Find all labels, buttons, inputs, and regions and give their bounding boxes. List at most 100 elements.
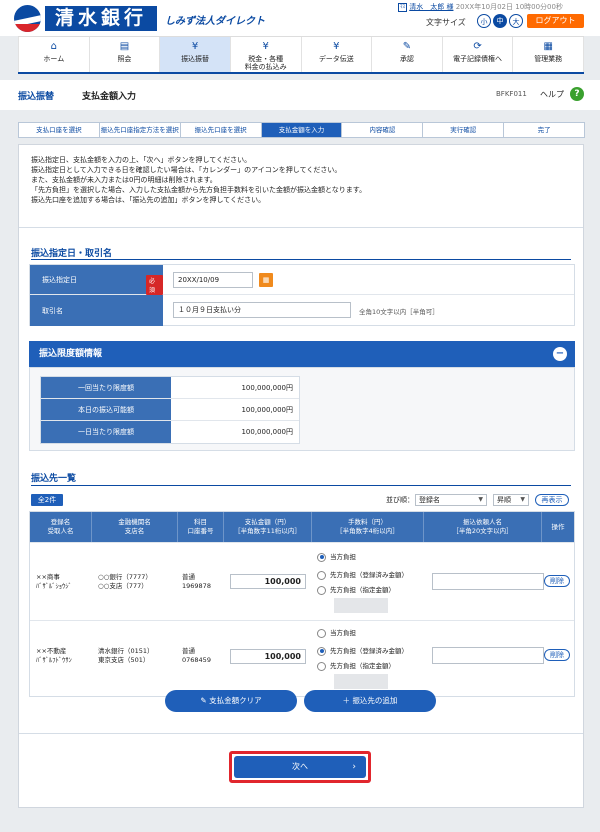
bank-name: 清水銀行: [45, 6, 157, 31]
management-icon: ▦: [543, 41, 553, 52]
page-category: 振込振替: [18, 92, 55, 102]
step-7: 完了: [503, 122, 586, 138]
nav-tax-payment[interactable]: ¥ 税金・各種 料金の払込み: [231, 37, 302, 72]
instructions: 振込指定日、支払金額を入力の上、「次へ」ボタンを押してください。 振込指定日とし…: [31, 156, 367, 204]
limit-row: 一回当たり限度額 100,000,000円: [41, 377, 299, 399]
fee-radio-theirs-registered[interactable]: 先方負担（登録済み金額）: [317, 645, 408, 656]
chevron-down-icon: ▼: [520, 496, 525, 503]
fee-amount-input-disabled: [334, 674, 388, 689]
help-icon[interactable]: ?: [570, 87, 584, 101]
calendar-icon[interactable]: ▦: [259, 273, 273, 287]
step-6: 実行確認: [422, 122, 505, 138]
nav-transfer[interactable]: ¥ 振込振替: [160, 37, 231, 72]
nav-approval[interactable]: ✎ 承認: [372, 37, 443, 72]
requester-name-input[interactable]: [432, 573, 544, 590]
col-requester: 振込依頼人名 ［半角20文字以内］: [424, 512, 542, 542]
font-size-label: 文字サイズ: [426, 18, 466, 27]
fee-radio-ours[interactable]: 当方負担: [317, 551, 356, 562]
yen-data-icon: ¥: [333, 41, 340, 52]
fee-radio-ours[interactable]: 当方負担: [317, 627, 356, 638]
step-2: 振込先口座指定方法を選択: [98, 122, 181, 138]
sort-key-select[interactable]: 登録名 ▼: [415, 494, 487, 506]
eraser-icon: ✎: [200, 696, 210, 705]
delete-button[interactable]: 削除: [544, 575, 570, 587]
limit-panel: 一回当たり限度額 100,000,000円 本日の振込可能額 100,000,000…: [29, 367, 575, 451]
last-login: 20XX年10月02日 10時00分00秒: [455, 3, 563, 11]
txn-name-input[interactable]: １０月９日支払い分: [173, 302, 351, 318]
main-card: 振込指定日、支払金額を入力の上、「次へ」ボタンを押してください。 振込指定日とし…: [18, 144, 584, 808]
step-3: 振込先口座を選択: [179, 122, 262, 138]
amount-input[interactable]: 100,000: [230, 649, 306, 664]
transfer-date-input[interactable]: 20XX/10/09: [173, 272, 253, 288]
nav-management[interactable]: ▦ 管理業務: [513, 37, 584, 72]
redisplay-button[interactable]: 再表示: [535, 494, 569, 506]
collapse-icon[interactable]: −: [553, 347, 567, 361]
progress-steps: 支払口座を選択 振込先口座指定方法を選択 振込先口座を選択 支払金額を入力 内容…: [18, 122, 586, 138]
approve-icon: ✎: [402, 41, 412, 52]
count-badge: 全2件: [31, 494, 63, 506]
next-button-highlight: 次へ ›: [229, 751, 371, 783]
txn-name-label: 取引名: [42, 306, 63, 315]
limit-row: 本日の振込可能額 100,000,000円: [41, 399, 299, 421]
col-account: 科目 口座番号: [178, 512, 224, 542]
nav-inquiry[interactable]: ▤ 照会: [90, 37, 161, 72]
fee-radio-theirs-specified[interactable]: 先方負担（指定金額）: [317, 660, 395, 671]
requester-name-input[interactable]: [432, 647, 544, 664]
sort-label: 並び順：: [386, 496, 414, 504]
payee-table: 登録名 受取人名 金融機関名 支店名 科目 口座番号 支払金額（円） ［半角数字11桁以…: [29, 511, 575, 697]
document-icon: ▤: [119, 41, 130, 52]
chevron-down-icon: ▼: [478, 496, 483, 503]
table-row: ××商事 ﾊﾞｻﾞﾙﾞｼｮｳｼﾞ ○○銀行（7777） ○○支店（777） 普通 19…: [30, 542, 574, 620]
add-payee-button[interactable]: ＋ 振込先の追加: [304, 690, 436, 712]
yen-circle-icon: ¥: [262, 41, 269, 52]
delete-button[interactable]: 削除: [544, 649, 570, 661]
step-1: 支払口座を選択: [18, 122, 100, 138]
header: 清水銀行 しみず法人ダイレクト ﾏｽ 清水 太郎 様 20XX年10月02日 1…: [0, 0, 600, 36]
step-5: 内容確認: [341, 122, 424, 138]
col-reg-name: 登録名 受取人名: [30, 512, 92, 542]
col-amount: 支払金額（円） ［半角数字11桁以内］: [224, 512, 312, 542]
refresh-icon: ⟳: [473, 41, 482, 52]
col-action: 操作: [551, 522, 565, 531]
limit-row: 一日当たり限度額 100,000,000円: [41, 421, 299, 443]
fee-amount-input-disabled: [334, 598, 388, 613]
yen-transfer-icon: ¥: [191, 41, 199, 52]
home-icon: ⌂: [50, 41, 57, 52]
fee-radio-theirs-specified[interactable]: 先方負担（指定金額）: [317, 584, 395, 595]
amount-input[interactable]: 100,000: [230, 574, 306, 589]
help-link[interactable]: ヘルプ: [540, 89, 564, 100]
txn-name-note: 全角10文字以内［半角可］: [359, 308, 439, 316]
sort-order-select[interactable]: 昇順 ▼: [493, 494, 529, 506]
limit-panel-title: 振込限度額情報: [39, 349, 103, 359]
page-id: BFKF011: [496, 90, 527, 98]
nav-data-transmission[interactable]: ¥ データ伝送: [302, 37, 373, 72]
font-size-large-button[interactable]: 大: [509, 14, 523, 28]
clear-amount-button[interactable]: ✎ 支払金額クリア: [165, 690, 297, 712]
section-date-title: 振込指定日・取引名: [31, 249, 113, 259]
service-name: しみず法人ダイレクト: [165, 16, 265, 27]
limit-table: 一回当たり限度額 100,000,000円 本日の振込可能額 100,000,000…: [40, 376, 300, 444]
logout-button[interactable]: ログアウト: [527, 14, 584, 28]
global-nav: ⌂ ホーム ▤ 照会 ¥ 振込振替 ¥ 税金・各種 料金の払込み ¥ データ伝送 ✎ 承認 …: [18, 36, 584, 74]
font-size-small-button[interactable]: 小: [477, 14, 491, 28]
title-bar: 振込振替 支払金額入力 BFKF011 ヘルプ ?: [0, 80, 600, 110]
next-button[interactable]: 次へ ›: [234, 756, 366, 778]
font-size-medium-button[interactable]: 中: [493, 14, 507, 28]
table-row: ××不動産 ﾊﾞｻﾞﾙﾌﾄﾞｳｻﾝ 清水銀行（0151） 東京支店（501） 普通 0…: [30, 620, 574, 698]
fee-radio-theirs-registered[interactable]: 先方負担（登録済み金額）: [317, 569, 408, 580]
plus-icon: ＋: [342, 696, 353, 705]
user-info: ﾏｽ 清水 太郎 様 20XX年10月02日 10時00分00秒: [398, 2, 563, 12]
page-title: 支払金額入力: [82, 92, 137, 102]
nav-e-receivables[interactable]: ⟳ 電子記録債権へ: [443, 37, 514, 72]
col-bank: 金融機関名 支店名: [92, 512, 178, 542]
step-4-current: 支払金額を入力: [260, 122, 343, 138]
user-name[interactable]: 清水 太郎 様: [409, 3, 453, 11]
user-icon: ﾏｽ: [398, 2, 407, 12]
nav-home[interactable]: ⌂ ホーム: [18, 37, 90, 72]
payee-table-header: 登録名 受取人名 金融機関名 支店名 科目 口座番号 支払金額（円） ［半角数字11桁以…: [30, 512, 574, 542]
required-badge: 必須: [146, 275, 163, 295]
section-payees-title: 振込先一覧: [31, 474, 77, 484]
date-form-table: 振込指定日 必須 20XX/10/09 ▦ 取引名 １０月９日支払い分 全角10…: [29, 264, 575, 326]
bank-logo: [14, 5, 41, 32]
chevron-right-icon: ›: [352, 762, 356, 772]
